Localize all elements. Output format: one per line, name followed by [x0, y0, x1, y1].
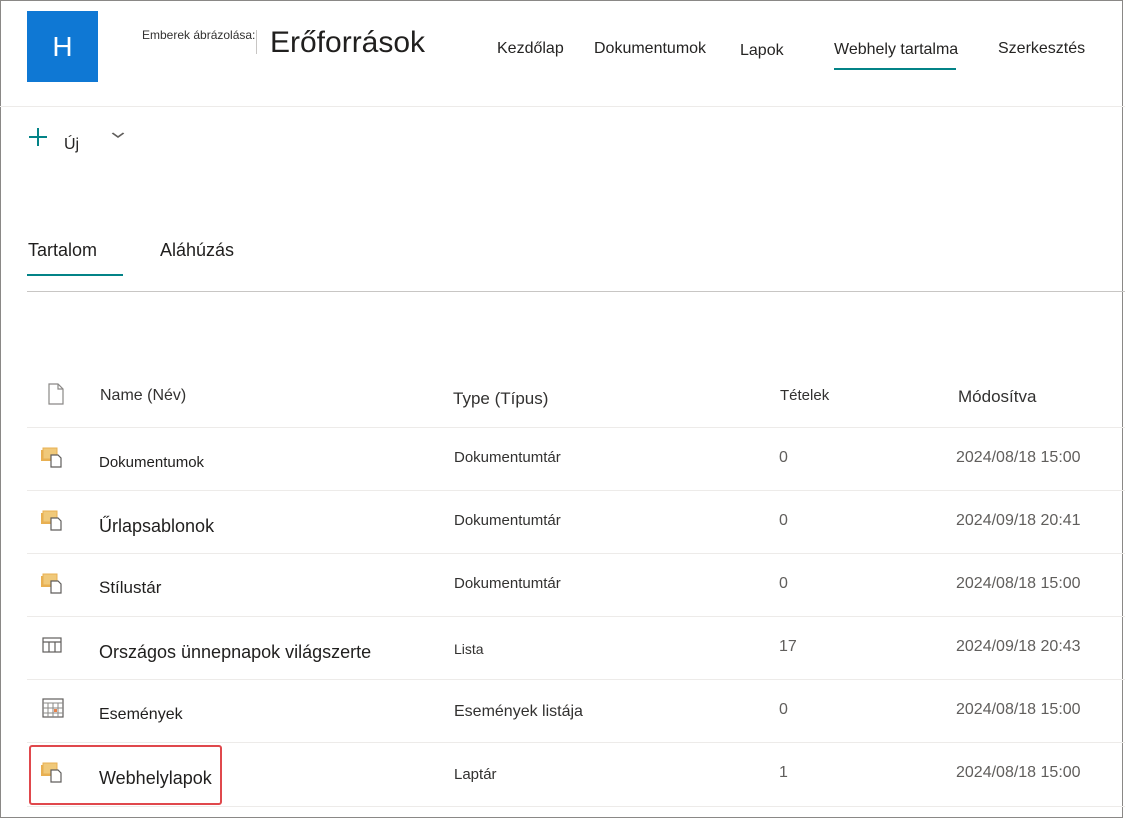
- table-row[interactable]: Stílustár Dokumentumtár 0 2024/08/18 15:…: [27, 553, 1125, 617]
- row-items: 17: [779, 638, 797, 655]
- row-modified: 2024/09/18 20:41: [956, 512, 1081, 529]
- nav-active-indicator: [834, 68, 956, 70]
- highlight-box: [29, 745, 222, 805]
- row-items: 1: [779, 764, 788, 781]
- row-type: Dokumentumtár: [454, 512, 561, 529]
- row-items: 0: [779, 512, 788, 529]
- column-header-type[interactable]: Type (Típus): [453, 389, 548, 409]
- list-icon: [42, 637, 62, 658]
- row-modified: 2024/09/18 20:43: [956, 638, 1081, 655]
- row-modified: 2024/08/18 15:00: [956, 575, 1081, 592]
- nav-home[interactable]: Kezdőlap: [497, 40, 564, 58]
- site-subtitle: Emberek ábrázolása:: [142, 28, 256, 42]
- calendar-icon: [42, 698, 64, 723]
- row-items: 0: [779, 701, 788, 718]
- site-header: H Emberek ábrázolása: Erőforrások Kezdől…: [0, 0, 1125, 107]
- plus-icon: [28, 124, 48, 152]
- row-name-link[interactable]: Országos ünnepnapok világszerte: [99, 642, 371, 663]
- tab-subsites[interactable]: Aláhúzás: [160, 240, 234, 261]
- row-type: Események listája: [454, 703, 583, 720]
- column-header-modified[interactable]: Módosítva: [958, 387, 1036, 407]
- tab-divider: [27, 291, 1125, 292]
- new-button-label: Új: [64, 136, 80, 153]
- row-items: 0: [779, 449, 788, 466]
- nav-pages[interactable]: Lapok: [740, 42, 784, 60]
- row-type: Lista: [454, 641, 484, 657]
- table-row[interactable]: Dokumentumok Dokumentumtár 0 2024/08/18 …: [27, 427, 1125, 491]
- row-modified: 2024/08/18 15:00: [956, 701, 1081, 718]
- new-button[interactable]: Új: [28, 126, 79, 156]
- row-type: Dokumentumtár: [454, 449, 561, 466]
- row-type: Laptár: [454, 766, 497, 783]
- site-title[interactable]: Erőforrások: [270, 26, 425, 60]
- row-name-link[interactable]: Űrlapsablonok: [99, 516, 214, 537]
- row-type: Dokumentumtár: [454, 575, 561, 592]
- document-library-icon: [40, 572, 64, 599]
- nav-edit[interactable]: Szerkesztés: [998, 40, 1085, 58]
- row-modified: 2024/08/18 15:00: [956, 449, 1081, 466]
- document-library-icon: [40, 446, 64, 473]
- file-type-header-icon[interactable]: [46, 383, 66, 410]
- logo-letter: H: [52, 30, 73, 62]
- nav-documents[interactable]: Dokumentumok: [594, 40, 706, 58]
- title-divider: [256, 30, 257, 54]
- row-items: 0: [779, 575, 788, 592]
- row-modified: 2024/08/18 15:00: [956, 764, 1081, 781]
- row-name-link[interactable]: Események: [99, 706, 183, 724]
- row-name-link[interactable]: Dokumentumok: [99, 454, 204, 471]
- column-header-name[interactable]: Name (Név): [100, 387, 186, 405]
- tab-contents[interactable]: Tartalom: [28, 240, 97, 261]
- row-name-link[interactable]: Stílustár: [99, 578, 161, 598]
- document-library-icon: [40, 509, 64, 536]
- nav-site-contents[interactable]: Webhely tartalma: [834, 41, 958, 59]
- new-menu-chevron-icon[interactable]: [111, 126, 125, 142]
- column-header-items[interactable]: Tételek: [780, 387, 829, 404]
- table-row[interactable]: Események Események listája 0 2024/08/18…: [27, 679, 1125, 743]
- table-row[interactable]: Országos ünnepnapok világszerte Lista 17…: [27, 616, 1125, 680]
- table-row[interactable]: Űrlapsablonok Dokumentumtár 0 2024/09/18…: [27, 490, 1125, 554]
- site-logo[interactable]: H: [27, 11, 98, 82]
- tab-active-indicator: [27, 274, 123, 276]
